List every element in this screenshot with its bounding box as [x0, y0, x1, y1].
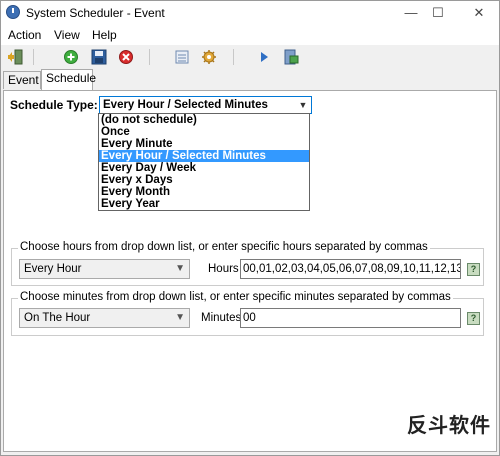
- minutes-group-legend: Choose minutes from drop down list, or e…: [18, 291, 453, 303]
- toolbar-separator: [149, 49, 150, 65]
- chevron-down-icon: ▼: [175, 312, 185, 323]
- hours-combo-value: Every Hour: [24, 263, 82, 275]
- maximize-button[interactable]: ☐: [420, 1, 456, 25]
- title-bar: System Scheduler - Event — ☐ ✕: [1, 1, 499, 25]
- option-every-month[interactable]: Every Month: [99, 186, 309, 198]
- chevron-down-icon[interactable]: ▼: [295, 97, 311, 113]
- minutes-input[interactable]: 00: [240, 308, 461, 328]
- option-every-day-week[interactable]: Every Day / Week: [99, 162, 309, 174]
- watermark-text: 反斗软件: [407, 415, 491, 437]
- menu-help[interactable]: Help: [92, 28, 117, 42]
- exit-icon[interactable]: [7, 49, 23, 65]
- add-icon[interactable]: [63, 49, 79, 65]
- toolbar-separator: [33, 49, 34, 65]
- schedule-type-select[interactable]: Every Hour / Selected Minutes ▼: [99, 96, 312, 114]
- menu-view[interactable]: View: [54, 28, 80, 42]
- option-every-x-days[interactable]: Every x Days: [99, 174, 309, 186]
- schedule-type-value: Every Hour / Selected Minutes: [103, 99, 268, 111]
- run-icon[interactable]: [256, 49, 272, 65]
- option-every-hour[interactable]: Every Hour / Selected Minutes: [99, 150, 309, 162]
- toolbar: [1, 45, 499, 69]
- option-once[interactable]: Once: [99, 126, 309, 138]
- calendar-icon[interactable]: [174, 49, 190, 65]
- delete-icon[interactable]: [118, 49, 134, 65]
- tab-event[interactable]: Event: [3, 71, 41, 89]
- hours-help-icon[interactable]: ?: [467, 263, 480, 276]
- save-icon[interactable]: [91, 49, 107, 65]
- hours-group-legend: Choose hours from drop down list, or ent…: [18, 241, 430, 253]
- app-window: System Scheduler - Event — ☐ ✕ Action Vi…: [0, 0, 500, 456]
- option-every-minute[interactable]: Every Minute: [99, 138, 309, 150]
- schedule-type-label: Schedule Type:: [10, 98, 98, 112]
- settings-icon[interactable]: [201, 49, 217, 65]
- toolbar-separator: [233, 49, 234, 65]
- menu-action[interactable]: Action: [8, 28, 41, 42]
- minutes-combo[interactable]: On The Hour ▼: [19, 308, 190, 328]
- app-clock-icon: [6, 5, 20, 19]
- minutes-combo-value: On The Hour: [24, 312, 91, 324]
- tab-schedule[interactable]: Schedule: [41, 69, 96, 90]
- schedule-type-dropdown: (do not schedule) Once Every Minute Ever…: [98, 113, 310, 211]
- hours-input[interactable]: 00,01,02,03,04,05,06,07,08,09,10,11,12,1…: [240, 259, 461, 279]
- tab-strip: Event Schedule: [1, 69, 499, 91]
- option-do-not-schedule[interactable]: (do not schedule): [99, 114, 309, 126]
- minutes-help-icon[interactable]: ?: [467, 312, 480, 325]
- window-title: System Scheduler - Event: [26, 6, 165, 20]
- hours-label: Hours: [208, 263, 239, 275]
- close-button[interactable]: ✕: [461, 1, 497, 25]
- minutes-label: Minutes: [201, 312, 242, 324]
- menu-bar: Action View Help: [1, 25, 499, 45]
- chevron-down-icon: ▼: [175, 263, 185, 274]
- export-icon[interactable]: [283, 49, 299, 65]
- option-every-year[interactable]: Every Year: [99, 198, 309, 210]
- hours-combo[interactable]: Every Hour ▼: [19, 259, 190, 279]
